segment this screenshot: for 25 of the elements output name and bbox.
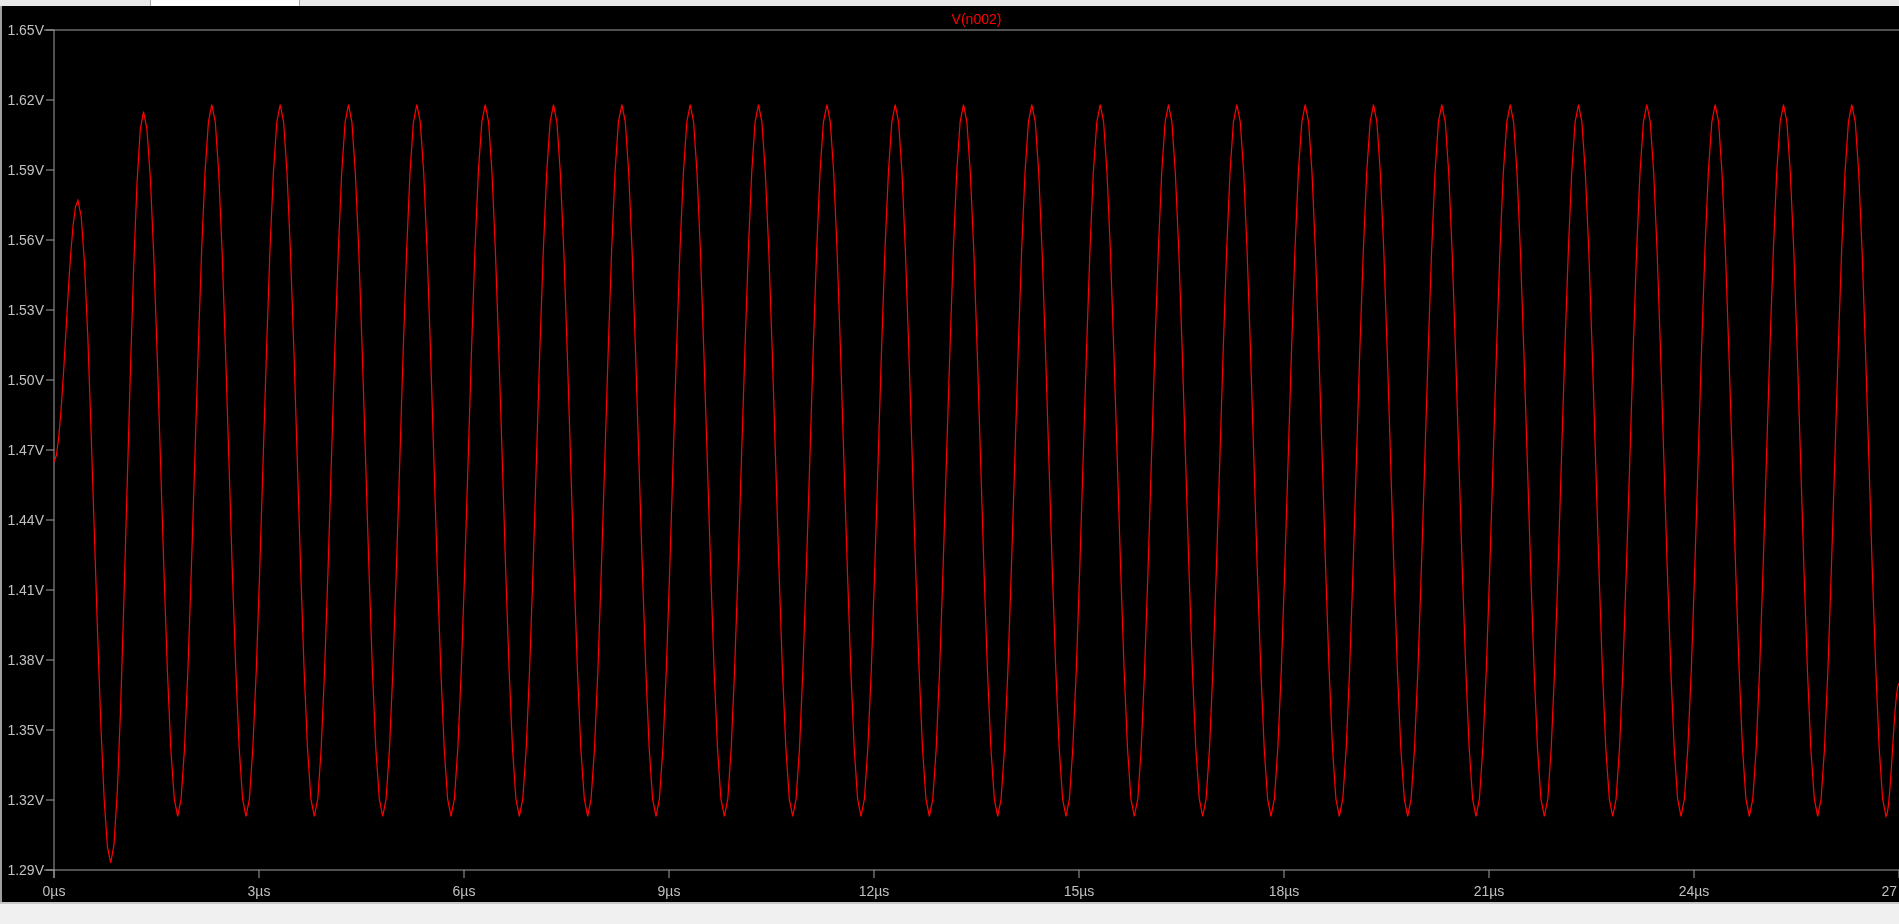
trace-label: V(n002) [951,11,1002,27]
y-tick-label: 1.53V [7,302,44,318]
y-tick-label: 1.32V [7,792,44,808]
x-tick-label: 21µs [1473,883,1505,899]
y-tick-label: 1.44V [7,512,44,528]
y-tick-label: 1.35V [7,722,44,738]
x-tick-label: 18µs [1268,883,1300,899]
x-tick-label: 0µs [42,883,66,899]
y-tick-label: 1.59V [7,162,44,178]
x-tick-label: 27 [1881,883,1897,899]
y-tick-label: 1.47V [7,442,44,458]
y-tick-label: 1.62V [7,92,44,108]
y-tick-label: 1.29V [7,862,44,878]
tab[interactable] [150,0,300,6]
x-tick-label: 15µs [1063,883,1095,899]
y-tick-label: 1.38V [7,652,44,668]
x-tick-label: 9µs [657,883,681,899]
x-tick-label: 6µs [452,883,476,899]
x-tick-label: 3µs [247,883,271,899]
y-tick-label: 1.56V [7,232,44,248]
x-tick-label: 24µs [1678,883,1710,899]
y-tick-label: 1.65V [7,22,44,38]
x-tick-label: 12µs [858,883,890,899]
y-tick-label: 1.50V [7,372,44,388]
y-tick-label: 1.41V [7,582,44,598]
